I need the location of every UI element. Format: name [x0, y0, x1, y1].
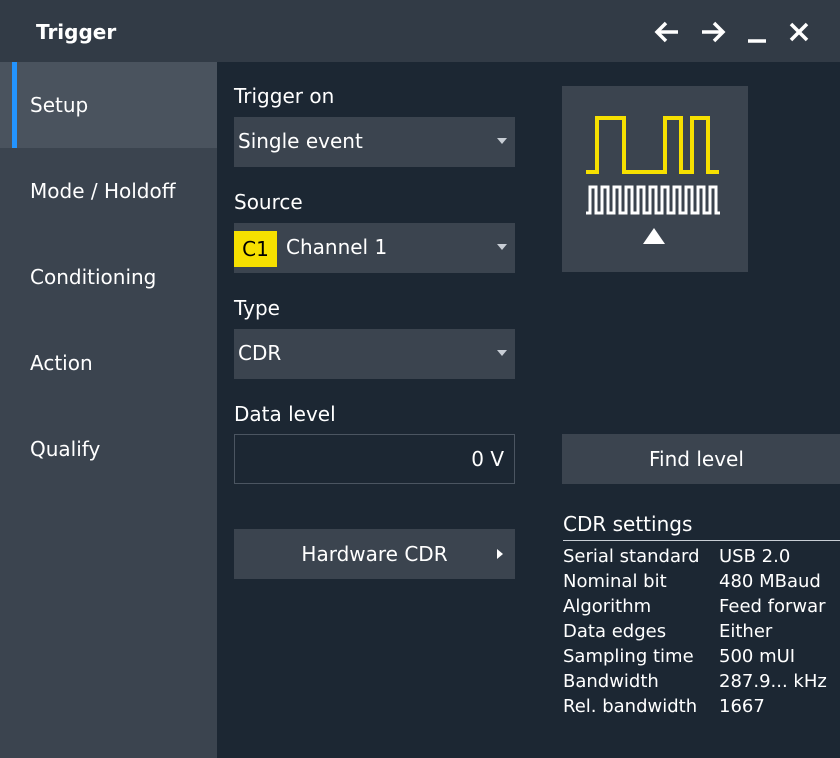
- source-label: Source: [234, 190, 303, 214]
- source-dropdown[interactable]: C1 Channel 1: [234, 223, 515, 273]
- sidebar-item-qualify[interactable]: Qualify: [0, 406, 217, 492]
- arrow-left-icon[interactable]: [654, 14, 680, 50]
- settings-row: Rel. bandwidth 1667: [563, 696, 840, 722]
- chevron-down-icon: [497, 138, 507, 144]
- cdr-diagram-graphic: [586, 116, 720, 244]
- settings-value: 480 MBaud: [719, 571, 821, 592]
- settings-key: Bandwidth: [563, 671, 659, 692]
- chevron-down-icon: [497, 244, 507, 250]
- settings-key: Serial standard: [563, 546, 700, 567]
- dialog-title: Trigger: [36, 20, 117, 44]
- hardware-cdr-label: Hardware CDR: [301, 542, 448, 566]
- setup-panel: Trigger on Single event Source C1 Channe…: [221, 62, 840, 758]
- settings-value: USB 2.0: [719, 546, 791, 567]
- settings-value: Feed forwar: [719, 596, 826, 617]
- settings-key: Sampling time: [563, 646, 694, 667]
- sidebar-item-action[interactable]: Action: [0, 320, 217, 406]
- source-value: Channel 1: [286, 235, 388, 259]
- sidebar: Setup Mode / Holdoff Conditioning Action…: [0, 62, 217, 758]
- trigger-on-label: Trigger on: [234, 84, 335, 108]
- cdr-settings-underline: [563, 540, 840, 541]
- trigger-on-dropdown[interactable]: Single event: [234, 117, 515, 167]
- cdr-trigger-diagram-icon: [562, 86, 748, 272]
- settings-value: 500 mUI: [719, 646, 796, 667]
- chevron-right-icon: [497, 549, 503, 559]
- settings-value: Either: [719, 621, 773, 642]
- channel-badge: C1: [234, 231, 277, 267]
- settings-value: 1667: [719, 696, 765, 717]
- close-icon[interactable]: [788, 14, 810, 50]
- type-dropdown[interactable]: CDR: [234, 329, 515, 379]
- find-level-label: Find level: [649, 447, 744, 471]
- chevron-down-icon: [497, 350, 507, 356]
- type-value: CDR: [238, 341, 282, 365]
- settings-key: Data edges: [563, 621, 667, 642]
- cdr-settings-title: CDR settings: [563, 512, 693, 536]
- data-level-label: Data level: [234, 402, 336, 426]
- sidebar-item-setup[interactable]: Setup: [0, 62, 217, 148]
- settings-row: Sampling time 500 mUI: [563, 646, 840, 672]
- settings-row: Algorithm Feed forwar: [563, 596, 840, 622]
- settings-key: Nominal bit: [563, 571, 667, 592]
- type-label: Type: [234, 296, 280, 320]
- settings-row: Serial standard USB 2.0: [563, 546, 840, 572]
- settings-value: 287.9... kHz: [719, 671, 827, 692]
- sidebar-item-conditioning[interactable]: Conditioning: [0, 234, 217, 320]
- settings-row: Bandwidth 287.9... kHz: [563, 671, 840, 697]
- settings-row: Data edges Either: [563, 621, 840, 647]
- title-bar: Trigger: [0, 0, 840, 62]
- hardware-cdr-button[interactable]: Hardware CDR: [234, 529, 515, 579]
- settings-key: Algorithm: [563, 596, 652, 617]
- data-level-value: 0 V: [471, 447, 504, 471]
- settings-row: Nominal bit 480 MBaud: [563, 571, 840, 597]
- data-level-input[interactable]: 0 V: [234, 434, 515, 484]
- sidebar-item-mode-holdoff[interactable]: Mode / Holdoff: [0, 148, 217, 234]
- arrow-right-icon[interactable]: [700, 14, 726, 50]
- find-level-button[interactable]: Find level: [562, 434, 840, 484]
- settings-key: Rel. bandwidth: [563, 696, 698, 717]
- trigger-on-value: Single event: [238, 129, 363, 153]
- minimize-icon[interactable]: [746, 14, 768, 50]
